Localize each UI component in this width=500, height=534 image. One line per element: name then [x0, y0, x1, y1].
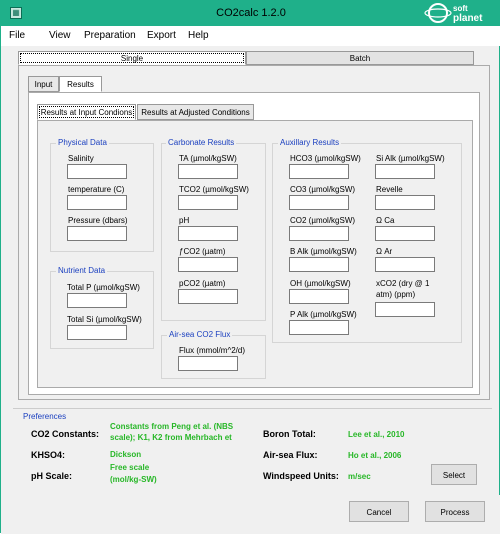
tab-batch[interactable]: Batch	[246, 51, 474, 65]
total-si-field[interactable]	[67, 325, 127, 340]
menu-help[interactable]: Help	[188, 29, 209, 43]
salinity-label: Salinity	[68, 154, 94, 163]
tco2-label: TCO2 (µmol/kgSW)	[179, 185, 249, 194]
si-alk-field[interactable]	[375, 164, 435, 179]
ph-scale-label: pH Scale:	[31, 471, 73, 481]
co3-label: CO3 (µmol/kgSW)	[290, 185, 356, 194]
xco2-field[interactable]	[375, 302, 435, 317]
boron-total-label: Boron Total:	[263, 429, 316, 439]
hco3-label: HCO3 (µmol/kgSW)	[290, 154, 361, 163]
pco2-field[interactable]	[178, 289, 238, 304]
revelle-field[interactable]	[375, 195, 435, 210]
ta-label: TA (µmol/kgSW)	[179, 154, 237, 163]
app-window: ▦ CO2calc 1.2.0 soft planet File View Pr…	[0, 0, 500, 534]
fco2-field[interactable]	[178, 257, 238, 272]
p-alk-field[interactable]	[289, 320, 349, 335]
ta-field[interactable]	[178, 164, 238, 179]
tab-results-input-conditions[interactable]: Results at Input Condions	[37, 104, 136, 120]
temperature-label: temperature (C)	[68, 185, 125, 194]
tab-single[interactable]: Single	[18, 51, 246, 65]
select-button[interactable]: Select	[431, 464, 477, 485]
preferences-section	[13, 408, 492, 496]
co2-field[interactable]	[289, 226, 349, 241]
b-alk-field[interactable]	[289, 257, 349, 272]
hco3-field[interactable]	[289, 164, 349, 179]
omega-ar-field[interactable]	[375, 257, 435, 272]
windspeed-units-value: m/sec	[348, 472, 371, 481]
windspeed-units-label: Windspeed Units:	[263, 471, 339, 481]
khso4-label: KHSO4:	[31, 450, 66, 460]
carbonate-results-title: Carbonate Results	[166, 138, 237, 148]
title-bar: ▦ CO2calc 1.2.0 soft planet	[1, 1, 500, 26]
khso4-value: Dickson	[110, 450, 142, 459]
pressure-label: Pressure (dbars)	[68, 216, 128, 225]
co2-constants-value-line2: scale); K1, K2 from Mehrbach et	[110, 433, 232, 442]
co2-label: CO2 (µmol/kgSW)	[290, 216, 356, 225]
pressure-field[interactable]	[67, 226, 127, 241]
boron-total-value: Lee et al., 2010	[348, 430, 405, 439]
total-p-label: Total P (µmol/kgSW)	[67, 283, 140, 292]
total-p-field[interactable]	[67, 293, 127, 308]
menu-preparation[interactable]: Preparation	[84, 29, 136, 43]
air-sea-flux-title: Air-sea CO2 Flux	[167, 330, 233, 340]
tab-input[interactable]: Input	[28, 76, 59, 92]
revelle-label: Revelle	[376, 185, 403, 194]
p-alk-label: P Alk (µmol/kgSW)	[290, 310, 357, 319]
air-sea-flux-pref-label: Air-sea Flux:	[263, 450, 318, 460]
svg-text:soft: soft	[453, 4, 468, 13]
ph-field[interactable]	[178, 226, 238, 241]
tab-results[interactable]: Results	[59, 76, 102, 92]
planet-logo-icon: soft planet	[424, 3, 483, 24]
si-alk-label: Si Alk (µmol/kgSW)	[376, 154, 445, 163]
preferences-title: Preferences	[23, 412, 67, 421]
ph-scale-value-line1: Free scale	[110, 463, 150, 472]
cancel-button[interactable]: Cancel	[349, 501, 409, 522]
omega-ar-label: Ω Ar	[376, 247, 393, 256]
menu-bar: File View Preparation Export Help	[1, 26, 500, 46]
oh-field[interactable]	[289, 289, 349, 304]
co2-constants-label: CO2 Constants:	[31, 429, 100, 439]
air-sea-flux-pref-value: Ho et al., 2006	[348, 451, 402, 460]
salinity-field[interactable]	[67, 164, 127, 179]
pco2-label: pCO2 (µatm)	[179, 279, 226, 288]
menu-file[interactable]: File	[9, 29, 25, 43]
co2-constants-value-line1: Constants from Peng et al. (NBS	[110, 422, 234, 431]
omega-ca-label: Ω Ca	[376, 216, 395, 225]
menu-view[interactable]: View	[49, 29, 71, 43]
b-alk-label: B Alk (µmol/kgSW)	[290, 247, 357, 256]
omega-ca-field[interactable]	[375, 226, 435, 241]
fco2-label: ƒCO2 (µatm)	[179, 247, 226, 256]
flux-label: Flux (mmol/m^2/d)	[179, 346, 245, 355]
xco2-label-line2: atm) (ppm)	[376, 290, 416, 299]
flux-field[interactable]	[178, 356, 238, 371]
svg-text:planet: planet	[453, 13, 483, 24]
tab-results-adjusted-conditions[interactable]: Results at Adjusted Conditions	[137, 104, 254, 120]
total-si-label: Total Si (µmol/kgSW)	[67, 315, 142, 324]
ph-label: pH	[179, 216, 190, 225]
menu-export[interactable]: Export	[147, 29, 176, 43]
nutrient-data-title: Nutrient Data	[56, 266, 108, 276]
auxillary-results-title: Auxillary Results	[278, 138, 342, 148]
xco2-label-line1: xCO2 (dry @ 1	[376, 279, 430, 288]
co3-field[interactable]	[289, 195, 349, 210]
temperature-field[interactable]	[67, 195, 127, 210]
process-button[interactable]: Process	[425, 501, 485, 522]
ph-scale-value-line2: (mol/kg-SW)	[110, 475, 157, 484]
oh-label: OH (µmol/kgSW)	[290, 279, 351, 288]
tco2-field[interactable]	[178, 195, 238, 210]
physical-data-title: Physical Data	[56, 138, 109, 148]
